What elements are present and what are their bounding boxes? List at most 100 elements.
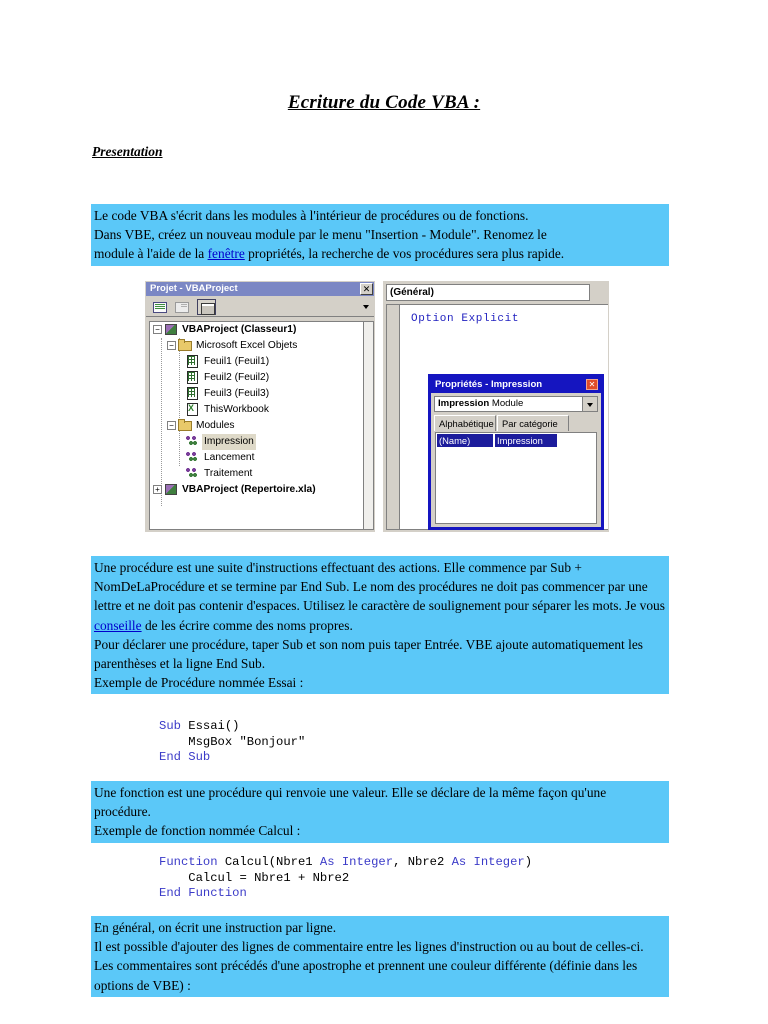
keyword-as-integer-2: As Integer: [451, 855, 525, 869]
workbook-icon: [186, 403, 199, 417]
view-code-button[interactable]: [150, 299, 169, 315]
property-key: (Name): [437, 434, 493, 447]
procedure-text-block: Une procédure est une suite d'instructio…: [91, 556, 669, 695]
fonction-text-block: Une fonction est une procédure qui renvo…: [91, 781, 669, 843]
collapse-icon[interactable]: −: [153, 324, 162, 334]
properties-object-combo[interactable]: Impression Module: [434, 396, 598, 412]
essai-body: MsgBox "Bonjour": [159, 734, 306, 749]
tree-item-label: Feuil1 (Feuil1): [204, 356, 270, 367]
code-line-option-explicit: Option Explicit: [411, 313, 520, 325]
project-tree[interactable]: − VBAProject (Classeur1) − Microsoft Excel …: [149, 321, 370, 530]
worksheet-icon: [186, 387, 199, 401]
vbe-screenshot: Projet - VBAProject ✕ − VBAProject (Class…: [144, 280, 610, 538]
tree-item-label: Feuil3 (Feuil3): [204, 388, 270, 399]
procedure-text-part2: de les écrire comme des noms propres.: [141, 617, 353, 633]
commentaire-text-block: En général, on écrit une instruction par…: [91, 916, 669, 997]
tree-item[interactable]: Feuil1 (Feuil1): [150, 354, 370, 370]
procedure-example-line: Exemple de Procédure nommée Essai :: [94, 675, 304, 691]
close-icon[interactable]: ✕: [586, 379, 598, 390]
project-explorer-toolbar: [146, 297, 374, 317]
tree-item-label: Microsoft Excel Objets: [196, 340, 298, 351]
calcul-signature-mid: , Nbre2: [393, 855, 452, 869]
intro-line-2: Dans VBE, créez un nouveau module par le…: [94, 227, 547, 243]
conseille-link[interactable]: conseille: [94, 618, 142, 633]
tree-item-label: ThisWorkbook: [204, 404, 269, 415]
collapse-icon[interactable]: −: [167, 420, 176, 430]
properties-tabs: Alphabétique Par catégorie: [434, 415, 598, 431]
procedure-paragraph: Une procédure est une suite d'instructio…: [94, 558, 665, 635]
property-row[interactable]: (Name) Impression: [436, 433, 596, 447]
project-tree-scrollbar[interactable]: [363, 321, 374, 530]
calcul-body: Calcul = Nbre1 + Nbre2: [159, 870, 350, 885]
properties-object-name: Impression: [438, 398, 490, 409]
close-icon[interactable]: ✕: [360, 283, 373, 295]
worksheet-icon: [186, 371, 199, 385]
procedure-text-part1: Une procédure est une suite d'instructio…: [94, 560, 665, 614]
code-sample-calcul: Function Calcul(Nbre1 As Integer, Nbre2 …: [159, 855, 532, 902]
tree-item[interactable]: ThisWorkbook: [150, 402, 370, 418]
project-explorer-window: Projet - VBAProject ✕ − VBAProject (Class…: [144, 280, 376, 533]
intro-text-block: Le code VBA s'écrit dans les modules à l…: [91, 204, 669, 266]
tree-item-label: VBAProject (Classeur1): [182, 324, 297, 335]
toggle-folders-button[interactable]: [197, 299, 216, 315]
tree-item[interactable]: Lancement: [150, 450, 370, 466]
properties-object-type: Module: [489, 398, 524, 409]
properties-window: Propriétés - Impression ✕ Impression Mod…: [428, 374, 604, 530]
view-object-button[interactable]: [172, 299, 191, 315]
fonction-line-2: Exemple de fonction nommée Calcul :: [94, 823, 301, 839]
properties-rows-container: (Name) Impression: [436, 433, 596, 447]
tree-item-label: Modules: [196, 420, 235, 431]
toolbar-overflow-chevron-down-icon[interactable]: [363, 305, 369, 309]
folder-toggle-icon: [201, 303, 215, 315]
object-combo[interactable]: (Général): [386, 284, 590, 301]
properties-grid[interactable]: (Name) Impression: [435, 432, 597, 524]
folder-icon: [178, 339, 192, 352]
tree-item-label: Traitement: [204, 468, 253, 479]
project-icon: [164, 323, 177, 336]
module-icon: [186, 467, 199, 479]
project-icon: [164, 483, 177, 496]
code-margin-indicator-bar: [387, 305, 400, 529]
expand-icon[interactable]: +: [153, 484, 162, 494]
tree-item[interactable]: + VBAProject (Repertoire.xla): [150, 482, 370, 498]
procedure-declare-line: Pour déclarer une procédure, taper Sub e…: [94, 636, 643, 672]
essai-signature: Essai(): [180, 719, 240, 733]
property-value[interactable]: Impression: [495, 434, 557, 447]
code-sample-essai: Sub Essai() MsgBox "Bonjour" End Sub: [159, 719, 305, 766]
keyword-sub: Sub: [159, 719, 181, 733]
tree-item-label: Impression: [202, 434, 256, 450]
collapse-icon[interactable]: −: [167, 340, 176, 350]
module-icon: [186, 435, 199, 447]
tree-item[interactable]: − Modules: [150, 418, 370, 434]
keyword-function: Function: [159, 855, 218, 869]
tab-par-categorie[interactable]: Par catégorie: [497, 415, 569, 431]
tree-item[interactable]: − Microsoft Excel Objets: [150, 338, 370, 354]
chevron-down-icon[interactable]: [582, 397, 597, 411]
keyword-as-integer-1: As Integer: [319, 855, 394, 869]
tree-item[interactable]: Feuil2 (Feuil2): [150, 370, 370, 386]
document-page: Ecriture du Code VBA : Presentation Le c…: [0, 0, 768, 1024]
fenetre-link[interactable]: fenêtre: [208, 246, 245, 261]
folder-icon: [178, 419, 192, 432]
properties-window-title: Propriétés - Impression: [431, 377, 601, 393]
tree-rows-container: − VBAProject (Classeur1) − Microsoft Excel …: [150, 322, 370, 498]
tree-item[interactable]: Feuil3 (Feuil3): [150, 386, 370, 402]
section-heading-presentation: Presentation: [92, 144, 163, 159]
keyword-end-sub: End Sub: [159, 750, 211, 765]
intro-line-3: module à l'aide de la fenêtre propriétés…: [94, 244, 665, 263]
tree-item-label: VBAProject (Repertoire.xla): [182, 484, 316, 495]
tree-item[interactable]: Traitement: [150, 466, 370, 482]
tree-item[interactable]: Impression: [150, 434, 370, 450]
calcul-signature-start: Calcul(Nbre1: [217, 855, 320, 869]
tree-item[interactable]: − VBAProject (Classeur1): [150, 322, 370, 338]
tab-alphabetique[interactable]: Alphabétique: [434, 415, 496, 431]
view-code-icon: [153, 302, 167, 313]
commentaire-line-1: En général, on écrit une instruction par…: [94, 920, 337, 935]
intro-line-3-before: module à l'aide de la: [94, 246, 208, 262]
view-object-icon: [175, 302, 189, 313]
calcul-signature-close: ): [524, 855, 533, 869]
project-explorer-title: Projet - VBAProject: [146, 282, 374, 296]
worksheet-icon: [186, 355, 199, 369]
tree-item-label: Feuil2 (Feuil2): [204, 372, 270, 383]
intro-line-3-after: propriétés, la recherche de vos procédur…: [244, 246, 565, 262]
